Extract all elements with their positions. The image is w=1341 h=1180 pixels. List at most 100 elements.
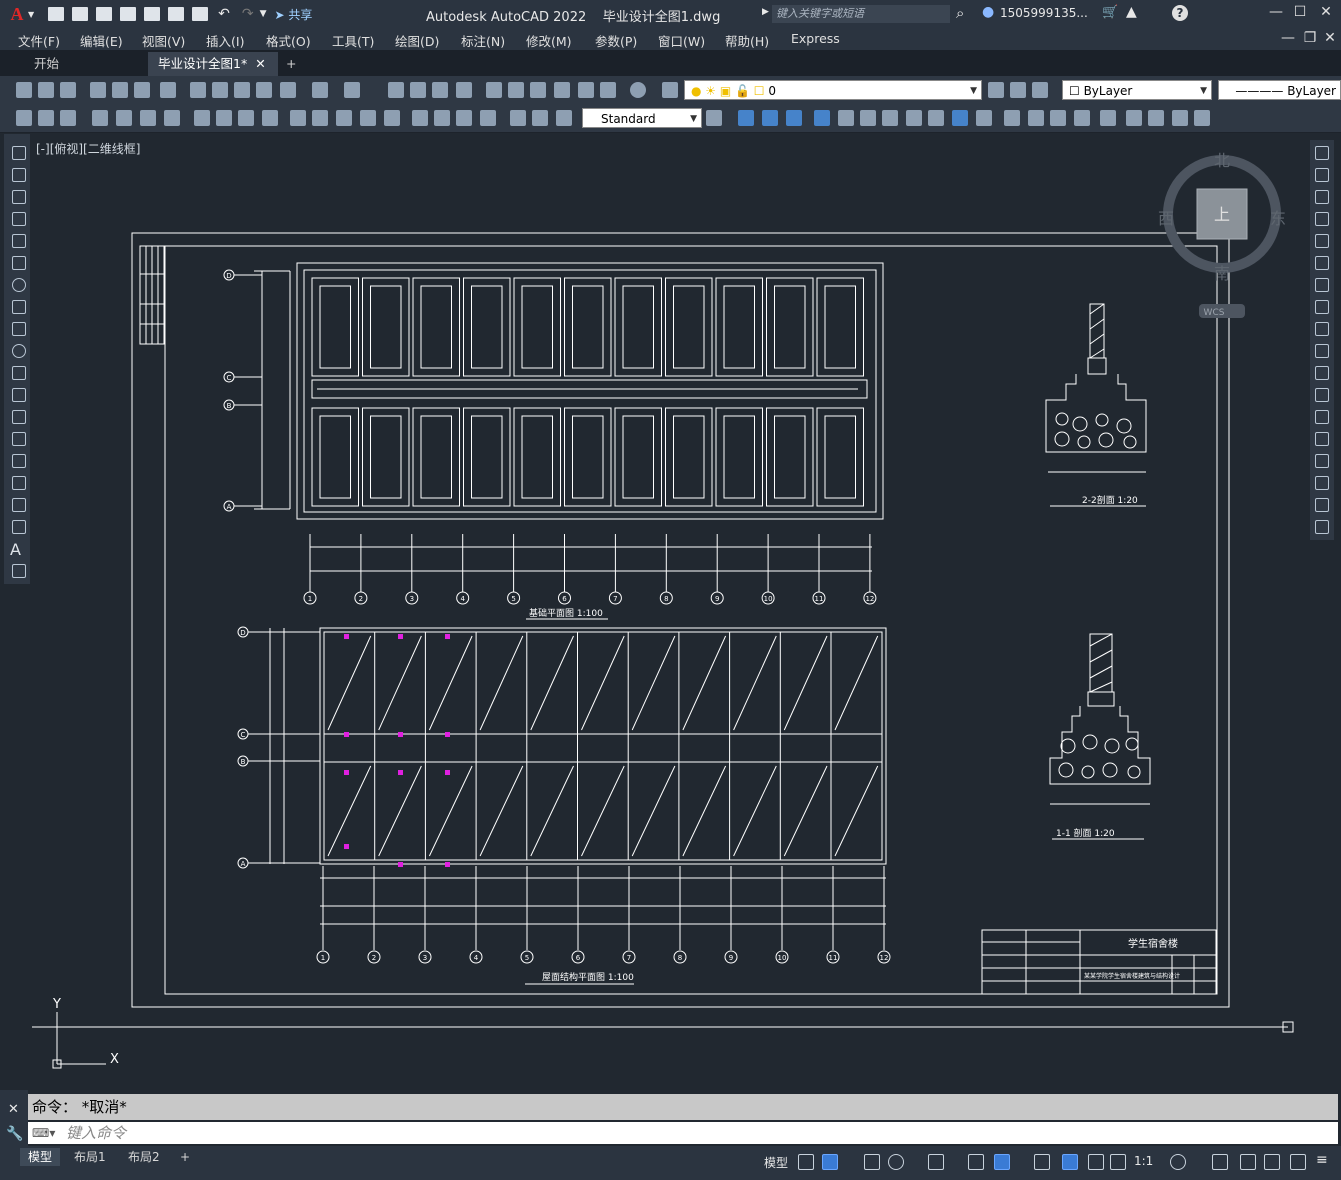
cut-icon[interactable]: [190, 82, 206, 98]
sheet-set-icon[interactable]: [554, 82, 570, 98]
menu-view[interactable]: 视图(V): [142, 31, 185, 50]
menu-help[interactable]: 帮助(H): [725, 31, 769, 50]
autodesk-app-icon[interactable]: ▲: [1126, 4, 1137, 20]
offset-icon[interactable]: [1315, 212, 1329, 226]
web-icon[interactable]: [160, 82, 176, 98]
layer-properties-icon[interactable]: [662, 82, 678, 98]
close-button[interactable]: ✕: [1316, 4, 1336, 22]
search-input[interactable]: 键入关键字或短语: [772, 5, 950, 23]
polar-icon[interactable]: [888, 1154, 904, 1170]
layer-match-icon[interactable]: [16, 110, 32, 126]
annotation-visibility-icon[interactable]: [1062, 1154, 1078, 1170]
match-prop-icon[interactable]: [256, 82, 272, 98]
blend-curves-icon[interactable]: [1315, 498, 1329, 512]
color-dropdown[interactable]: ☐ ByLayer ▼: [1062, 80, 1212, 100]
insert-block-icon[interactable]: [12, 388, 26, 402]
rectangle-icon[interactable]: [12, 234, 26, 248]
model-space-button[interactable]: 模型: [764, 1154, 788, 1171]
menu-insert[interactable]: 插入(I): [206, 31, 244, 50]
tolerance-icon[interactable]: [412, 110, 428, 126]
menu-window[interactable]: 窗口(W): [658, 31, 705, 50]
dim-style-icon[interactable]: [706, 110, 722, 126]
doc-close-button[interactable]: ✕: [1320, 30, 1340, 48]
osnap-tracking-icon[interactable]: [928, 1154, 944, 1170]
user-icon[interactable]: ●: [982, 4, 994, 20]
close-tab-icon[interactable]: ✕: [255, 56, 265, 71]
copy-icon[interactable]: [212, 82, 228, 98]
menu-express[interactable]: Express: [791, 31, 840, 46]
zoom-window-icon[interactable]: [432, 82, 448, 98]
jogged-dim-icon[interactable]: [216, 110, 232, 126]
make-current-icon[interactable]: [988, 82, 1004, 98]
plus-icon[interactable]: [1212, 1154, 1228, 1170]
layout-tab-1[interactable]: 布局1: [66, 1148, 114, 1166]
lineweight-icon[interactable]: [1034, 1154, 1050, 1170]
subtract-icon[interactable]: [762, 110, 778, 126]
menu-modify[interactable]: 修改(M): [526, 31, 572, 50]
save-icon[interactable]: [96, 7, 113, 21]
customization-menu-icon[interactable]: ≡: [1316, 1152, 1328, 1168]
plot-icon[interactable]: [90, 82, 106, 98]
command-prompt-icon[interactable]: ⌨▾: [32, 1126, 55, 1140]
share-button[interactable]: ➤ 共享: [275, 6, 313, 23]
customize-command-icon[interactable]: 🔧: [6, 1126, 23, 1142]
angular-dim-icon[interactable]: [262, 110, 278, 126]
properties-icon[interactable]: [486, 82, 502, 98]
move-faces-icon[interactable]: [838, 110, 854, 126]
gradient-icon[interactable]: [12, 476, 26, 490]
hardware-acceleration-icon[interactable]: [1264, 1154, 1280, 1170]
diameter-dim-icon[interactable]: [238, 110, 254, 126]
viewcube[interactable]: 上 北 南 西 东 WCS: [1158, 151, 1286, 318]
offset-faces-icon[interactable]: [860, 110, 876, 126]
interfere-icon[interactable]: [1172, 110, 1188, 126]
region-icon[interactable]: [12, 498, 26, 512]
markup-icon[interactable]: [578, 82, 594, 98]
stretch-icon[interactable]: [1315, 322, 1329, 336]
menu-edit[interactable]: 编辑(E): [80, 31, 123, 50]
dim-text-edit-icon[interactable]: [532, 110, 548, 126]
menu-tools[interactable]: 工具(T): [332, 31, 374, 50]
delete-faces-icon[interactable]: [882, 110, 898, 126]
jogged-linear-icon[interactable]: [480, 110, 496, 126]
dim-edit-icon[interactable]: [510, 110, 526, 126]
help-toolbar-icon[interactable]: [630, 82, 646, 98]
polyline-icon[interactable]: [12, 190, 26, 204]
tab-start[interactable]: 开始: [24, 52, 69, 76]
explode-icon[interactable]: [1315, 520, 1329, 534]
baseline-dim-icon[interactable]: [312, 110, 328, 126]
color-faces-icon[interactable]: [976, 110, 992, 126]
layer-isolate-icon[interactable]: [60, 110, 76, 126]
auto-scale-icon[interactable]: [1088, 1154, 1104, 1170]
make-block-icon[interactable]: [12, 410, 26, 424]
zoom-previous-icon[interactable]: [456, 82, 472, 98]
calculator-icon[interactable]: [600, 82, 616, 98]
zoom-realtime-icon[interactable]: [410, 82, 426, 98]
layout-tab-2[interactable]: 布局2: [120, 1148, 168, 1166]
add-layout-button[interactable]: +: [172, 1148, 198, 1166]
redo-icon[interactable]: ↷: [242, 6, 254, 22]
dim-space-icon[interactable]: [360, 110, 376, 126]
extrude-faces-icon[interactable]: [814, 110, 830, 126]
text-style-dropdown[interactable]: Standard ▼: [582, 108, 702, 128]
add-selected-icon[interactable]: [12, 564, 26, 578]
redo-toolbar-icon[interactable]: [344, 82, 360, 98]
extend-icon[interactable]: [1315, 366, 1329, 380]
layout-tab-model[interactable]: 模型: [20, 1148, 61, 1166]
trim-icon[interactable]: [1315, 344, 1329, 358]
menu-dimension[interactable]: 标注(N): [461, 31, 505, 50]
array-icon[interactable]: [1315, 234, 1329, 248]
ortho-icon[interactable]: [864, 1154, 880, 1170]
shell-icon[interactable]: [1074, 110, 1090, 126]
mirror-icon[interactable]: [1315, 190, 1329, 204]
separate-icon[interactable]: [1050, 110, 1066, 126]
scale-value[interactable]: 1:1: [1134, 1154, 1153, 1168]
fillet-icon[interactable]: [1315, 476, 1329, 490]
layer-state-icon[interactable]: [1032, 82, 1048, 98]
doc-minimize-button[interactable]: —: [1278, 30, 1298, 48]
point-icon[interactable]: [12, 432, 26, 446]
ellipse-icon[interactable]: [12, 344, 26, 358]
ellipse-arc-icon[interactable]: [12, 366, 26, 380]
close-command-icon[interactable]: ✕: [8, 1102, 19, 1117]
tab-drawing[interactable]: 毕业设计全图1* ✕: [148, 52, 278, 76]
open-file-icon[interactable]: [72, 7, 89, 21]
